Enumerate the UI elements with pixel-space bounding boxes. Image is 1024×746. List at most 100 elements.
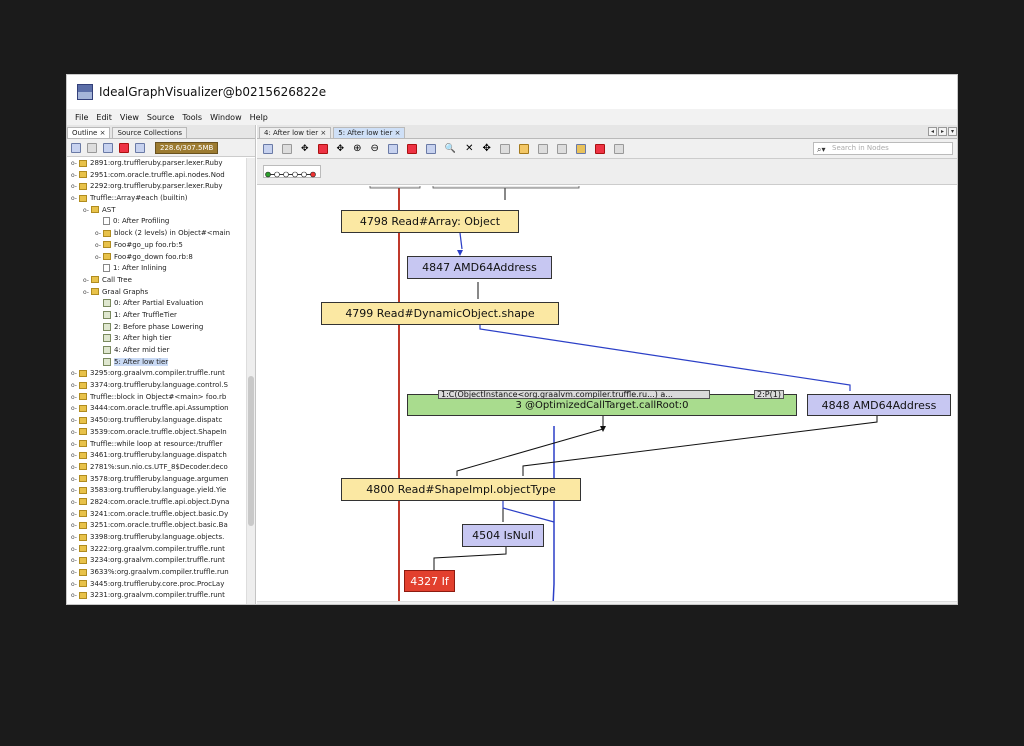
- menu-tools[interactable]: Tools: [182, 113, 202, 122]
- expand-toggle-icon[interactable]: o-: [83, 287, 91, 299]
- tree-item[interactable]: o- Truffle::Array#each (builtin): [67, 193, 246, 205]
- show-all-icon[interactable]: [575, 143, 586, 154]
- tree-item[interactable]: o- 2781%:sun.nio.cs.UTF_8$Decoder.deco: [67, 462, 246, 474]
- diff-icon[interactable]: [317, 143, 328, 154]
- expand-icon[interactable]: [263, 143, 273, 154]
- expand-toggle-icon[interactable]: o-: [71, 368, 79, 380]
- expand-toggle-icon[interactable]: o-: [71, 485, 79, 497]
- tree-item[interactable]: o- Foo#go_up foo.rb:5: [67, 240, 246, 252]
- graph-canvas[interactable]: 4798 Read#Array: Object 4847 AMD64Addres…: [257, 186, 957, 604]
- tree-item[interactable]: 1: After TruffleTier: [67, 310, 246, 322]
- tree-item[interactable]: o- 3251:com.oracle.truffle.object.basic.B…: [67, 520, 246, 532]
- tree-item[interactable]: o- 3461:org.truffleruby.language.dispatch: [67, 450, 246, 462]
- tab-source-collections[interactable]: Source Collections: [112, 127, 187, 138]
- phase-slider[interactable]: [263, 165, 321, 178]
- tree-item[interactable]: o- 3450:org.truffleruby.language.dispatc: [67, 415, 246, 427]
- hide-icon[interactable]: [594, 143, 605, 154]
- expand-toggle-icon[interactable]: o-: [71, 415, 79, 427]
- memory-indicator[interactable]: 228.6/307.5MB: [155, 141, 219, 154]
- menu-edit[interactable]: Edit: [96, 113, 112, 122]
- node-4799[interactable]: 4799 Read#DynamicObject.shape: [321, 302, 559, 325]
- hierarchical-layout-icon[interactable]: [387, 143, 398, 154]
- predecessors-icon[interactable]: [613, 143, 624, 154]
- tree-item[interactable]: o- 3295:org.graalvm.compiler.truffle.runt: [67, 368, 246, 380]
- tree-item[interactable]: o- Call Tree: [67, 275, 246, 287]
- tree-item[interactable]: o- AST: [67, 205, 246, 217]
- node-4798[interactable]: 4798 Read#Array: Object: [341, 210, 519, 233]
- expand-toggle-icon[interactable]: o-: [71, 497, 79, 509]
- tree-item[interactable]: o- 3374:org.truffleruby.language.control.…: [67, 380, 246, 392]
- tree-item[interactable]: o-block (2 levels) in Object#<main: [67, 228, 246, 240]
- tree-item[interactable]: o- Truffle::block in Object#<main> foo.rb: [67, 392, 246, 404]
- zoom-in-icon[interactable]: ⊕: [353, 143, 361, 154]
- expand-toggle-icon[interactable]: o-: [71, 590, 79, 602]
- expand-toggle-icon[interactable]: o-: [95, 240, 103, 252]
- expand-toggle-icon[interactable]: o-: [71, 158, 79, 170]
- cluster-icon[interactable]: [425, 143, 436, 154]
- node-4800[interactable]: 4800 Read#ShapeImpl.objectType: [341, 478, 581, 501]
- scrollbar-thumb[interactable]: [248, 376, 254, 526]
- save-icon[interactable]: [87, 142, 97, 153]
- tree-item[interactable]: o- 3241:com.oracle.truffle.object.basic.D…: [67, 509, 246, 521]
- expand-toggle-icon[interactable]: o-: [71, 392, 79, 404]
- node-4327[interactable]: 4327 If: [404, 570, 455, 592]
- tree-item[interactable]: 0: After Profiling: [67, 216, 246, 228]
- tree-item[interactable]: o- Graal Graphs: [67, 287, 246, 299]
- expand-toggle-icon[interactable]: o-: [71, 544, 79, 556]
- tree-item[interactable]: o- 3234:org.graalvm.compiler.truffle.runt: [67, 555, 246, 567]
- expand-toggle-icon[interactable]: o-: [71, 532, 79, 544]
- expand-toggle-icon[interactable]: o-: [71, 462, 79, 474]
- clear-icon[interactable]: [135, 142, 145, 153]
- tab-list-icon[interactable]: ▾: [948, 127, 957, 136]
- tree-item[interactable]: 2: Before phase Lowering: [67, 322, 246, 334]
- scroll-right-icon[interactable]: ▸: [938, 127, 947, 136]
- menu-window[interactable]: Window: [210, 113, 242, 122]
- tree-item[interactable]: o- 3222:org.graalvm.compiler.truffle.runt: [67, 544, 246, 556]
- tree-item[interactable]: o- 2292:org.truffleruby.parser.lexer.Ruby: [67, 181, 246, 193]
- stop-icon[interactable]: [406, 143, 417, 154]
- undo-icon[interactable]: [518, 143, 529, 154]
- tree-item[interactable]: 5: After low tier: [67, 357, 246, 369]
- redo-icon[interactable]: [537, 143, 548, 154]
- menu-view[interactable]: View: [120, 113, 139, 122]
- extract-icon[interactable]: [556, 143, 567, 154]
- tree-item[interactable]: 1: After Inlining: [67, 263, 246, 275]
- search-nodes-icon[interactable]: 🔍: [445, 144, 456, 154]
- center-icon[interactable]: ✥: [337, 144, 345, 154]
- move-icon[interactable]: ✥: [301, 144, 309, 154]
- tree-item[interactable]: 4: After mid tier: [67, 345, 246, 357]
- overview-icon[interactable]: [499, 143, 510, 154]
- tab-outline[interactable]: Outline ×: [67, 127, 111, 138]
- expand-toggle-icon[interactable]: o-: [71, 567, 79, 579]
- remove-icon[interactable]: [119, 142, 129, 153]
- pan-mode-icon[interactable]: ✥: [482, 143, 490, 154]
- tree-item[interactable]: o- 3539:com.oracle.truffle.object.ShapeIn: [67, 427, 246, 439]
- tree-item[interactable]: o- Foo#go_down foo.rb:8: [67, 252, 246, 264]
- tree-item[interactable]: o- 3398:org.truffleruby.language.objects.: [67, 532, 246, 544]
- tree-item[interactable]: o- 2891:org.truffleruby.parser.lexer.Ruby: [67, 158, 246, 170]
- selection-mode-icon[interactable]: ✕: [465, 143, 473, 154]
- expand-toggle-icon[interactable]: o-: [95, 228, 103, 240]
- close-icon[interactable]: ×: [320, 129, 326, 137]
- tab-graph-4[interactable]: 4: After low tier ×: [259, 127, 332, 138]
- node-4847[interactable]: 4847 AMD64Address: [407, 256, 552, 279]
- canvas-horizontal-scrollbar[interactable]: [257, 601, 957, 604]
- menu-source[interactable]: Source: [147, 113, 174, 122]
- tree-item[interactable]: o- 3231:org.graalvm.compiler.truffle.runt: [67, 590, 246, 602]
- tree-item[interactable]: 3: After high tier: [67, 333, 246, 345]
- expand-toggle-icon[interactable]: o-: [71, 380, 79, 392]
- tree-item[interactable]: o- 2951:com.oracle.truffle.api.nodes.Nod: [67, 170, 246, 182]
- tree-item[interactable]: o- 3444:com.oracle.truffle.api.Assumption: [67, 403, 246, 415]
- scroll-left-icon[interactable]: ◂: [928, 127, 937, 136]
- zoom-out-icon[interactable]: ⊖: [370, 143, 378, 154]
- expand-toggle-icon[interactable]: o-: [83, 275, 91, 287]
- menu-file[interactable]: File: [75, 113, 88, 122]
- node-4848[interactable]: 4848 AMD64Address: [807, 394, 951, 416]
- expand-toggle-icon[interactable]: o-: [71, 555, 79, 567]
- expand-toggle-icon[interactable]: o-: [71, 181, 79, 193]
- expand-toggle-icon[interactable]: o-: [95, 252, 103, 264]
- expand-toggle-icon[interactable]: o-: [71, 427, 79, 439]
- expand-toggle-icon[interactable]: o-: [83, 205, 91, 217]
- expand-toggle-icon[interactable]: o-: [71, 193, 79, 205]
- expand-toggle-icon[interactable]: o-: [71, 579, 79, 591]
